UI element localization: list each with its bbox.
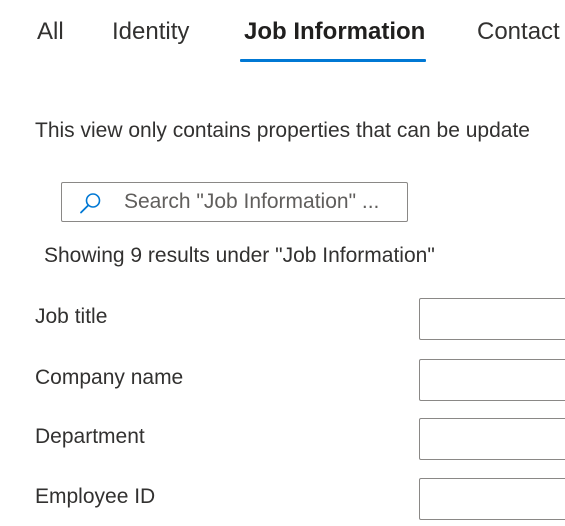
department-field[interactable] — [419, 418, 565, 460]
active-tab-indicator — [240, 59, 426, 62]
results-count: Showing 9 results under "Job Information… — [44, 244, 435, 267]
tab-bar: All Identity Job Information Contact — [0, 0, 565, 64]
search-input[interactable] — [124, 183, 402, 221]
search-box[interactable] — [61, 182, 408, 222]
job-title-field[interactable] — [419, 298, 565, 340]
tab-identity[interactable]: Identity — [112, 16, 189, 48]
tab-job-information[interactable]: Job Information — [244, 16, 425, 48]
tab-all[interactable]: All — [37, 16, 64, 48]
info-message: This view only contains properties that … — [35, 119, 530, 142]
company-name-field[interactable] — [419, 359, 565, 401]
department-label: Department — [35, 425, 145, 448]
employee-id-field[interactable] — [419, 478, 565, 520]
employee-id-label: Employee ID — [35, 485, 156, 508]
tab-contact[interactable]: Contact — [477, 16, 560, 48]
search-icon — [78, 192, 102, 214]
job-title-label: Job title — [35, 305, 108, 328]
company-name-label: Company name — [35, 366, 184, 389]
